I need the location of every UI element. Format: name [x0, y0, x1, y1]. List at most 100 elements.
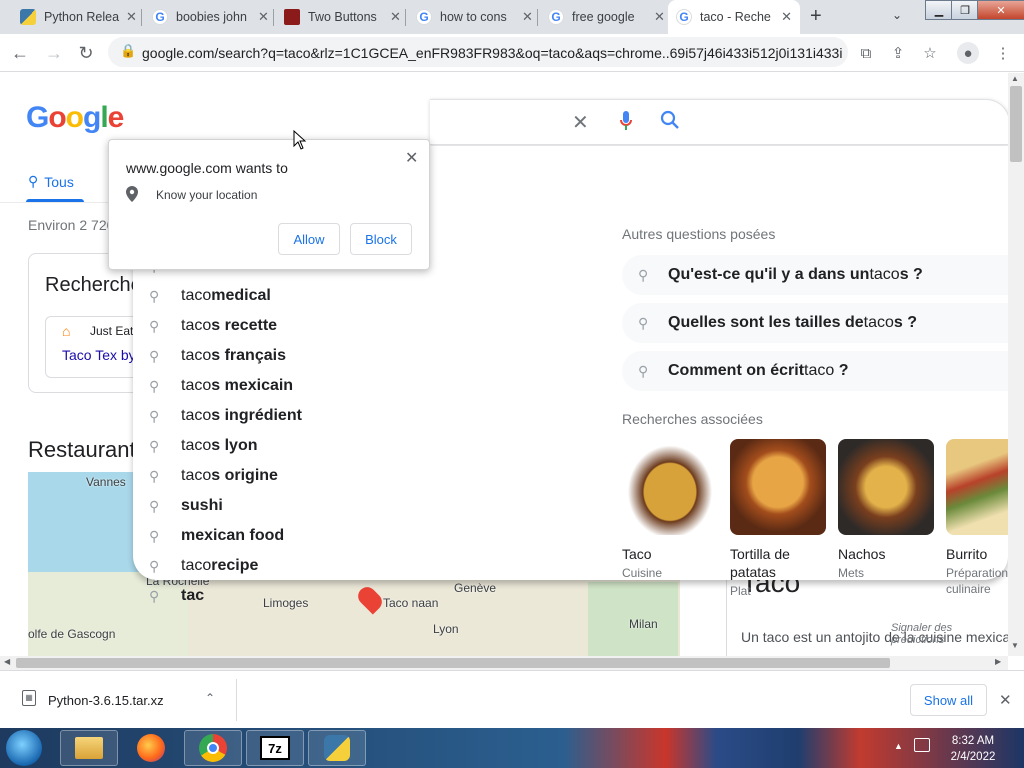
paa-title: Autres questions posées [622, 226, 776, 242]
close-icon[interactable]: ✕ [999, 691, 1012, 709]
suggestion-item[interactable]: ⚲ taco s ingrédient [149, 401, 302, 431]
scroll-right-icon[interactable]: ▶ [995, 657, 1001, 666]
scroll-up-icon[interactable]: ▲ [1011, 74, 1019, 83]
related-name: Tortilla de patatas [730, 546, 790, 580]
close-icon[interactable]: ✕ [781, 9, 792, 25]
translate-icon[interactable]: ⧉ [855, 42, 877, 64]
suggestion-item[interactable]: ⚲ mexican food [149, 521, 284, 551]
taskbar-python[interactable] [308, 730, 366, 766]
suggestion-item[interactable]: ⚲ taco s mexicain [149, 371, 293, 401]
suggestion-bold: s ingrédient [211, 407, 302, 424]
justeat-card[interactable]: ⌂ Just Eat Taco Tex by [45, 316, 145, 378]
clock[interactable]: 8:32 AM 2/4/2022 [940, 733, 1006, 765]
clear-search-icon[interactable]: ✕ [572, 110, 589, 135]
search-box[interactable]: ✕ [430, 99, 1008, 145]
windows-taskbar: 7z ▲ 8:32 AM 2/4/2022 [0, 728, 1024, 768]
tab-separator [405, 9, 406, 26]
lock-icon[interactable]: 🔒 [120, 43, 136, 59]
paa-item[interactable]: ⚲ Qu'est-ce qu'il y a dans un taco s ? [622, 255, 1008, 295]
suggestion-item[interactable]: ⚲ taco medical [149, 281, 271, 311]
tab-all[interactable]: ⚲ Tous [28, 173, 74, 190]
suggestion-plain: taco [181, 557, 212, 574]
map-label: Lyon [433, 622, 459, 636]
profile-icon[interactable]: ● [957, 42, 979, 64]
paa-item[interactable]: ⚲ Quelles sont les tailles de taco s ? [622, 303, 1008, 343]
chevron-up-icon[interactable]: ⌃ [205, 691, 215, 705]
close-icon[interactable]: ✕ [654, 9, 665, 25]
suggestion-item[interactable]: ⚲ taco s français [149, 341, 286, 371]
address-bar[interactable]: 🔒 google.com/search?q=taco&rlz=1C1GCEA_e… [108, 37, 848, 67]
address-url[interactable]: google.com/search?q=taco&rlz=1C1GCEA_enF… [142, 45, 842, 61]
tab-title: Python Relea [44, 10, 120, 24]
close-icon[interactable]: ✕ [126, 9, 137, 25]
paa-bold-end: s ? [893, 314, 918, 331]
map-pin-label[interactable]: Taco naan [383, 596, 438, 610]
tab-title: Two Buttons [308, 10, 377, 24]
paa-plain: taco [804, 362, 835, 379]
suggestion-item[interactable]: ⚲ taco s recette [149, 311, 277, 341]
close-icon[interactable]: ✕ [405, 148, 418, 168]
vertical-scrollbar-thumb[interactable] [1010, 86, 1022, 162]
minimize-button[interactable]: ▁ [925, 0, 953, 20]
paa-item[interactable]: ⚲ Comment on écrit taco ? [622, 351, 1008, 391]
reload-icon[interactable]: ↻ [72, 39, 100, 67]
suggestion-item[interactable]: ⚲ tac [149, 581, 204, 611]
search-icon[interactable] [660, 110, 680, 133]
related-item-burrito[interactable]: Burrito Préparation culinaire [946, 439, 1008, 597]
scroll-down-icon[interactable]: ▼ [1011, 641, 1019, 650]
close-icon[interactable]: ✕ [258, 9, 269, 25]
suggestion-item[interactable]: ⚲ taco s lyon [149, 431, 257, 461]
suggestion-item[interactable]: ⚲ taco recipe [149, 551, 258, 581]
tray-arrow-icon[interactable]: ▲ [894, 741, 903, 751]
report-predictions-link[interactable]: Signaler des prédictions [891, 622, 1008, 646]
tab-google-2[interactable]: G how to cons ✕ [408, 0, 541, 34]
scroll-left-icon[interactable]: ◀ [4, 657, 10, 666]
related-item-tortilla[interactable]: Tortilla de patatas Plat [730, 439, 826, 599]
tab-two-buttons[interactable]: Two Buttons ✕ [276, 0, 409, 34]
chevron-down-icon[interactable]: ⌄ [892, 8, 902, 22]
google-logo[interactable]: Google [26, 101, 124, 135]
clock-date: 2/4/2022 [950, 751, 996, 763]
related-item-taco[interactable]: Taco Cuisine [622, 439, 718, 581]
new-tab-icon[interactable]: + [810, 5, 822, 28]
close-icon[interactable]: ✕ [522, 9, 533, 25]
tab-google-1[interactable]: G boobies john ✕ [144, 0, 277, 34]
kebab-menu-icon[interactable]: ⋮ [992, 42, 1014, 64]
maximize-button[interactable]: ❐ [951, 0, 979, 20]
suggestion-bold: s français [211, 347, 286, 364]
download-filename[interactable]: Python-3.6.15.tar.xz [48, 693, 164, 708]
suggestion-item[interactable]: ⚲ sushi [149, 491, 223, 521]
start-button[interactable] [6, 730, 42, 766]
microphone-icon[interactable] [620, 110, 632, 132]
allow-button[interactable]: Allow [278, 223, 340, 255]
justeat-link[interactable]: Taco Tex by [62, 347, 136, 363]
forward-icon[interactable]: → [40, 39, 68, 67]
taskbar-chrome[interactable] [184, 730, 242, 766]
tab-python[interactable]: Python Relea ✕ [12, 0, 145, 34]
suggestion-bold: recipe [211, 557, 259, 574]
suggestion-plain: taco [181, 317, 212, 334]
taskbar-firefox[interactable] [122, 730, 180, 766]
related-name: Taco [622, 546, 652, 562]
search-icon: ⚲ [149, 317, 160, 334]
block-button[interactable]: Block [350, 223, 412, 255]
bookmark-star-icon[interactable]: ☆ [919, 42, 941, 64]
suggestion-item[interactable]: ⚲ taco s origine [149, 461, 278, 491]
taskbar-7zip[interactable]: 7z [246, 730, 304, 766]
back-icon[interactable]: ← [6, 39, 34, 67]
horizontal-scrollbar-thumb[interactable] [16, 658, 890, 668]
close-icon[interactable]: ✕ [390, 9, 401, 25]
window-close-button[interactable]: ✕ [977, 0, 1024, 20]
network-icon[interactable] [914, 738, 930, 752]
tab-taco-active[interactable]: G taco - Reche ✕ [668, 0, 800, 34]
related-item-nachos[interactable]: Nachos Mets [838, 439, 934, 581]
archive-file-icon: ▦ [22, 690, 36, 706]
share-icon[interactable]: ⇪ [887, 42, 909, 64]
folder-icon [75, 737, 103, 759]
tab-title: boobies john [176, 10, 247, 24]
tab-google-3[interactable]: G free google ✕ [540, 0, 673, 34]
taskbar-explorer[interactable] [60, 730, 118, 766]
search-icon: ⚲ [28, 173, 39, 189]
map-label: Vannes [86, 475, 126, 489]
show-all-button[interactable]: Show all [910, 684, 987, 716]
